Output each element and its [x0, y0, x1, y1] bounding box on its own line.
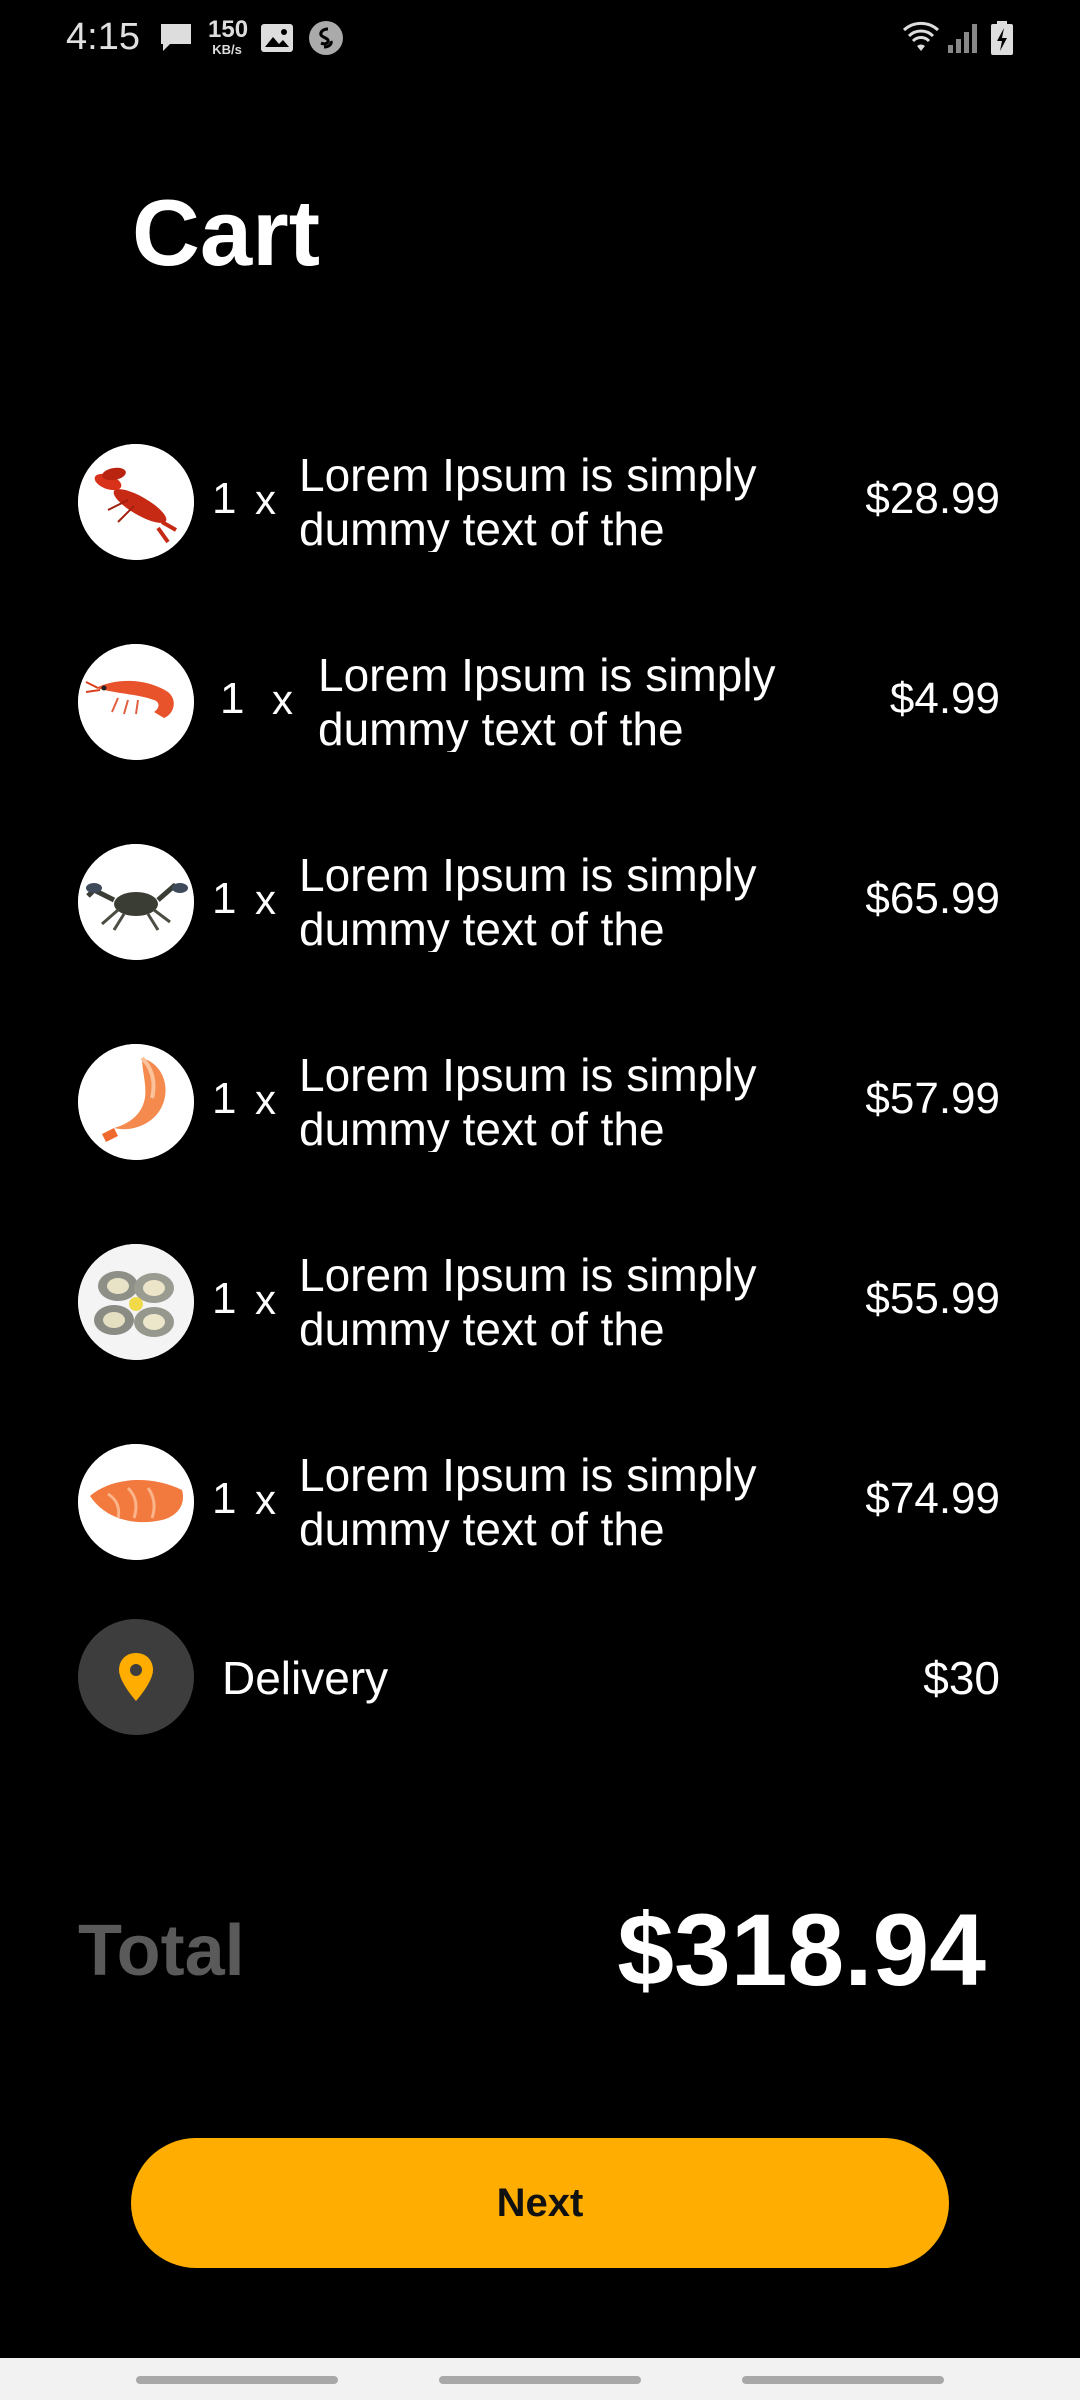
item-price: $57.99 [865, 1074, 1000, 1123]
network-speed-value: 150 [208, 16, 249, 43]
item-quantity: 1 [212, 1474, 237, 1523]
item-description-line-1: Lorem Ipsum is simply [299, 1449, 757, 1501]
item-description-line-2: dummy text of the [299, 903, 665, 952]
item-description-line-1: Lorem Ipsum is simply [299, 1049, 757, 1101]
nav-home-handle[interactable] [439, 2376, 641, 2384]
shazam-icon [308, 18, 344, 58]
item-description-line-1: Lorem Ipsum is simply [299, 849, 757, 901]
cart-item[interactable]: 1 x Lorem Ipsum is simply dummy text of … [78, 844, 1000, 960]
item-description-line-1: Lorem Ipsum is simply [318, 649, 776, 701]
nav-recents-handle[interactable] [136, 2376, 338, 2384]
item-multiplier: x [255, 1476, 276, 1523]
item-multiplier: x [255, 876, 276, 923]
delivery-row[interactable]: Delivery $30 [78, 1619, 1000, 1735]
item-multiplier: x [255, 476, 276, 523]
page-title: Cart [132, 180, 321, 285]
navigation-bar [0, 2358, 1080, 2400]
item-quantity: 1 [220, 674, 245, 723]
signal-icon [946, 18, 980, 58]
status-bar: 4:15 150 KB/s [0, 0, 1080, 78]
next-button[interactable]: Next [131, 2138, 949, 2268]
item-description: Lorem Ipsum is simply dummy text of the [299, 1248, 799, 1352]
oysters-image [78, 1244, 194, 1360]
item-multiplier: x [272, 676, 293, 723]
nav-back-handle[interactable] [742, 2376, 944, 2384]
cart-item[interactable]: 1 x Lorem Ipsum is simply dummy text of … [78, 1044, 1000, 1160]
item-quantity: 1 [212, 1074, 237, 1123]
item-quantity: 1 [212, 474, 237, 523]
crab-image [78, 844, 194, 960]
cart-item[interactable]: 1 x Lorem Ipsum is simply dummy text of … [78, 444, 1000, 560]
item-quantity: 1 [212, 874, 237, 923]
delivery-label: Delivery [222, 1652, 389, 1704]
battery-charging-icon [990, 18, 1014, 58]
item-description-line-2: dummy text of the [299, 1103, 665, 1152]
prawn-image [78, 644, 194, 760]
network-speed: 150 KB/s [208, 16, 249, 57]
cart-item[interactable]: 1 x Lorem Ipsum is simply dummy text of … [78, 1244, 1000, 1360]
item-description-line-2: dummy text of the [299, 503, 665, 552]
delivery-icon-circle [78, 1619, 194, 1735]
shrimp-image [78, 1044, 194, 1160]
item-description-line-1: Lorem Ipsum is simply [299, 1249, 757, 1301]
lobster-image [78, 444, 194, 560]
cart-item[interactable]: 1 x Lorem Ipsum is simply dummy text of … [78, 1444, 1000, 1560]
item-price: $74.99 [865, 1474, 1000, 1523]
status-time: 4:15 [66, 16, 140, 58]
item-description-line-2: dummy text of the [318, 703, 684, 752]
salmon-image [78, 1444, 194, 1560]
item-description: Lorem Ipsum is simply dummy text of the [299, 1048, 799, 1152]
item-description: Lorem Ipsum is simply dummy text of the [299, 448, 799, 552]
item-price: $28.99 [865, 474, 1000, 523]
image-icon [260, 18, 294, 58]
wifi-icon [900, 18, 942, 58]
location-pin-icon [119, 1653, 153, 1701]
network-speed-unit: KB/s [212, 42, 242, 57]
item-price: $4.99 [889, 674, 1000, 723]
item-multiplier: x [255, 1076, 276, 1123]
message-icon [158, 18, 194, 58]
item-quantity: 1 [212, 1274, 237, 1323]
total-value: $318.94 [617, 1893, 986, 2007]
total-label: Total [78, 1911, 245, 1991]
item-description: Lorem Ipsum is simply dummy text of the [299, 1448, 799, 1552]
delivery-price: $30 [923, 1652, 1000, 1704]
item-price: $65.99 [865, 874, 1000, 923]
item-description-line-2: dummy text of the [299, 1303, 665, 1352]
item-description-line-1: Lorem Ipsum is simply [299, 449, 757, 501]
item-description-line-2: dummy text of the [299, 1503, 665, 1552]
cart-item[interactable]: 1 x Lorem Ipsum is simply dummy text of … [78, 644, 1000, 760]
item-multiplier: x [255, 1276, 276, 1323]
item-description: Lorem Ipsum is simply dummy text of the [318, 648, 818, 752]
item-description: Lorem Ipsum is simply dummy text of the [299, 848, 799, 952]
item-price: $55.99 [865, 1274, 1000, 1323]
